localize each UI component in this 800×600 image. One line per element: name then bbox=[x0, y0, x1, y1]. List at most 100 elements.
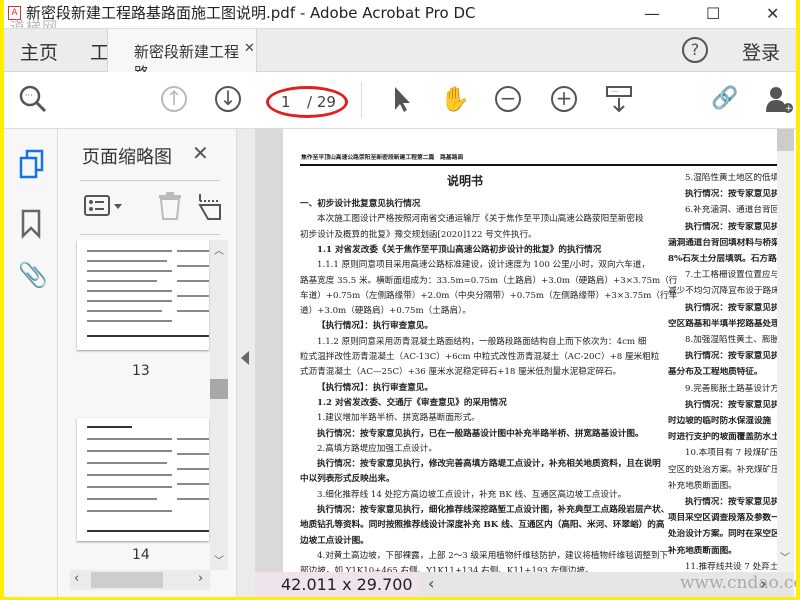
document-text-line: 【执行情况】：执行审查意见。 bbox=[317, 382, 434, 393]
document-text-line: 粒式温拌改性沥青混凝土（AC-13C）+6cm 中粒式改性沥青混凝土（AC-20… bbox=[300, 352, 660, 362]
navigation-strip: 📎 bbox=[4, 129, 58, 597]
document-text-line: 车道）+0.75m（左侧路缘带）+2.0m（中央分隔带）+0.75m（左侧路缘带… bbox=[300, 290, 678, 301]
document-text-line: 执行情况：按专家意见执行，在 bbox=[685, 497, 777, 507]
document-text-line: 道）+3.0m（硬路肩）+0.75m（土路肩）。 bbox=[300, 306, 471, 317]
close-window-button[interactable]: ✕ bbox=[766, 0, 779, 27]
document-text-line: 执行情况：按专家意见执行，修 bbox=[685, 189, 777, 200]
status-bar: 42.011 x 29.700 厘米 ‹ www.cndao.com › bbox=[255, 572, 796, 597]
document-text-line: 初步设计及概算的批复》豫交规划函[2020]122 号文件执行。 bbox=[300, 229, 537, 240]
scroll-right-icon[interactable]: › bbox=[760, 574, 766, 593]
document-text-line: 空区的处治方案。补充煤矿压覆区断 bbox=[668, 464, 777, 475]
document-horizontal-scrollbar[interactable]: ‹ www.cndao.com › bbox=[420, 572, 796, 597]
document-text-line: 路基宽度 35.5 米。横断面组成为：33.5m=0.75m（土路肩）+3.0m… bbox=[300, 275, 678, 286]
thumbnails-horizontal-scrollbar[interactable]: ‹ › bbox=[70, 570, 210, 590]
panel-divider bbox=[80, 234, 220, 235]
select-tool-icon[interactable] bbox=[387, 84, 417, 114]
document-vertical-scrollbar[interactable]: ﹀ bbox=[777, 129, 794, 572]
zoom-out-icon[interactable]: − bbox=[495, 86, 521, 112]
document-text-line: 执行情况：按专家意见执行，修 bbox=[685, 399, 777, 410]
document-text-line: 时进行支护的坡面覆盖防水土工布等 bbox=[668, 432, 777, 443]
document-text-line: 式沥青混凝土（AC—25C）+36 厘米水泥稳定碎石+18 厘米低剂量水泥稳定碎… bbox=[300, 367, 622, 378]
extract-page-icon[interactable] bbox=[198, 191, 222, 225]
scroll-left-icon[interactable]: ‹ bbox=[428, 574, 434, 593]
document-text-line: 补充地质断面图。 bbox=[668, 545, 737, 556]
thumbnails-list: 13 14 bbox=[58, 240, 210, 570]
document-text-line: 2.高填方路堤应加强工点设计。 bbox=[317, 443, 437, 454]
watermark-url: www.cndao.com bbox=[680, 573, 796, 593]
document-text-line: 9.完善膨胀土路基设计方案，对 bbox=[685, 383, 777, 394]
scroll-up-icon[interactable]: ︿ bbox=[214, 242, 224, 257]
maximize-button[interactable]: ☐ bbox=[706, 0, 720, 27]
close-panel-icon[interactable]: ✕ bbox=[192, 141, 209, 165]
document-text-line: 地质钻孔等资料。同时按照推荐线设计深度补充 BK 线、互通区内（高阳、米河、环翠… bbox=[300, 520, 665, 531]
sign-in-link[interactable]: 登录 bbox=[742, 38, 780, 65]
scroll-down-icon[interactable]: ﹀ bbox=[780, 549, 790, 564]
minimize-button[interactable]: — bbox=[644, 0, 660, 27]
svg-text:····: ···· bbox=[611, 89, 619, 96]
svg-text:···: ··· bbox=[25, 91, 33, 100]
document-text-line: 7.土工格栅设置位置应与功能及 bbox=[685, 270, 777, 281]
panel-divider bbox=[80, 180, 220, 181]
collapse-arrow-icon[interactable] bbox=[241, 351, 249, 365]
attachment-icon[interactable]: 📎 bbox=[18, 261, 48, 289]
previous-page-icon[interactable]: ↑ bbox=[161, 86, 187, 112]
header-rule bbox=[300, 164, 777, 166]
help-icon[interactable]: ? bbox=[682, 37, 708, 63]
next-page-icon[interactable]: ↓ bbox=[215, 86, 241, 112]
thumbnail-options-icon[interactable] bbox=[84, 195, 124, 221]
share-link-icon[interactable]: 🔗 bbox=[710, 84, 740, 114]
document-text-line: 一、初步设计批复意见执行情况 bbox=[300, 199, 421, 209]
scrollbar-thumb[interactable] bbox=[91, 572, 163, 588]
scrollbar-thumb[interactable] bbox=[777, 129, 794, 151]
add-user-icon[interactable]: + bbox=[764, 84, 794, 114]
scroll-right-icon[interactable]: › bbox=[198, 571, 203, 586]
close-tab-icon[interactable]: ✕ bbox=[244, 41, 255, 56]
search-zoom-icon[interactable]: ··· bbox=[18, 84, 48, 114]
document-text-line: 1.1 对省发改委《关于焦作至平顶山高速公路初步设计的批复》的执行情况 bbox=[317, 244, 602, 255]
document-text-line: 11.推荐线共设 7 处弃土场，弃 bbox=[685, 561, 777, 572]
document-text-line: 1.建议增加半路半桥、拼宽路基断面形式。 bbox=[317, 413, 480, 424]
tab-document[interactable]: 新密段新建工程路... ✕ bbox=[107, 29, 257, 82]
document-text-line: 1.1.1 原则同意项目采用高速公路标准建设，设计速度为 100 公里/小时，双… bbox=[317, 260, 650, 271]
thumbnails-panel: 页面缩略图 ✕ 13 14 ︿ ﹀ ‹ › bbox=[58, 129, 236, 597]
document-view[interactable]: 焦作至平顶山高速公路荥阳至新密段新建工程第二篇 路基路面 说明书 一、初步设计批… bbox=[255, 129, 777, 572]
page-size: 42.011 x 29.700 厘米 bbox=[255, 572, 420, 597]
bookmark-icon[interactable] bbox=[20, 209, 42, 243]
window-title: 新密段新建工程路基路面施工图说明.pdf - Adobe Acrobat Pro… bbox=[26, 4, 476, 22]
document-text-line: 6.补充涵洞、通道台背回填处理 bbox=[685, 205, 777, 216]
zoom-in-icon[interactable]: + bbox=[551, 86, 577, 112]
document-text-line: 涵洞通道台背回填材料与桥梁台背回 bbox=[668, 237, 777, 248]
total-pages: / 29 bbox=[307, 93, 336, 111]
document-text-line: 3.细化推荐线 14 处挖方高边坡工点设计，补充 BK 线、互通区高边坡工点设计… bbox=[317, 489, 627, 500]
collapse-panel-handle[interactable] bbox=[236, 129, 255, 597]
scroll-down-icon[interactable]: ﹀ bbox=[214, 552, 224, 567]
scrollbar-thumb[interactable] bbox=[210, 379, 228, 399]
document-text-line: 执行情况：按专家意见执行，给 bbox=[685, 302, 777, 313]
delete-page-icon[interactable] bbox=[156, 191, 184, 225]
current-page-input[interactable]: 1 bbox=[281, 89, 291, 115]
page-thumbnails-icon[interactable] bbox=[18, 149, 46, 183]
scroll-left-icon[interactable]: ‹ bbox=[74, 571, 79, 586]
thumbnails-vertical-scrollbar[interactable]: ︿ ﹀ bbox=[210, 240, 228, 570]
scroll-mode-icon[interactable]: ···· bbox=[604, 84, 634, 114]
thumbnail-label: 14 bbox=[132, 547, 150, 563]
document-text-line: 项目采空区调查段落及参数一览表、 bbox=[668, 513, 777, 524]
document-text-line: 8%石灰土分层填筑。石方路段的桥 bbox=[668, 254, 777, 264]
document-text-line: 执行情况：按专家意见执行，修改完善高填方路堤工点设计，补充相关地质资料，且在说明 bbox=[317, 459, 661, 470]
acrobat-window: A 新密段新建工程路基路面施工图说明.pdf - Adobe Acrobat P… bbox=[4, 0, 796, 597]
document-text-line: 处治设计方案。同时在采空区专项处 bbox=[668, 529, 777, 540]
toolbar: ··· ↑ ↓ 1 / 29 ✋ − + ···· 🔗 + bbox=[4, 72, 796, 129]
tab-bar: 主页 工具 新密段新建工程路... ✕ ? 登录 bbox=[4, 28, 796, 82]
document-text-line: 5.湿陷性黄土地区的低填浅挖路 bbox=[685, 173, 777, 183]
page-header: 焦作至平顶山高速公路荥阳至新密段新建工程第二篇 路基路面 bbox=[301, 155, 464, 161]
document-title: 说明书 bbox=[447, 174, 484, 188]
page-number-field[interactable]: 1 / 29 bbox=[266, 86, 348, 118]
svg-text:+: + bbox=[785, 104, 793, 114]
page-thumbnail-14[interactable] bbox=[77, 418, 209, 541]
page-thumbnail-13[interactable] bbox=[77, 240, 209, 350]
thumbnail-label: 13 bbox=[132, 363, 150, 379]
hand-tool-icon[interactable]: ✋ bbox=[440, 84, 470, 114]
document-text-line: 补充地质断面图。 bbox=[668, 480, 737, 491]
document-text-line: 执行情况：按专家意见执行，修 bbox=[685, 351, 777, 362]
tab-home[interactable]: 主页 bbox=[20, 38, 58, 65]
